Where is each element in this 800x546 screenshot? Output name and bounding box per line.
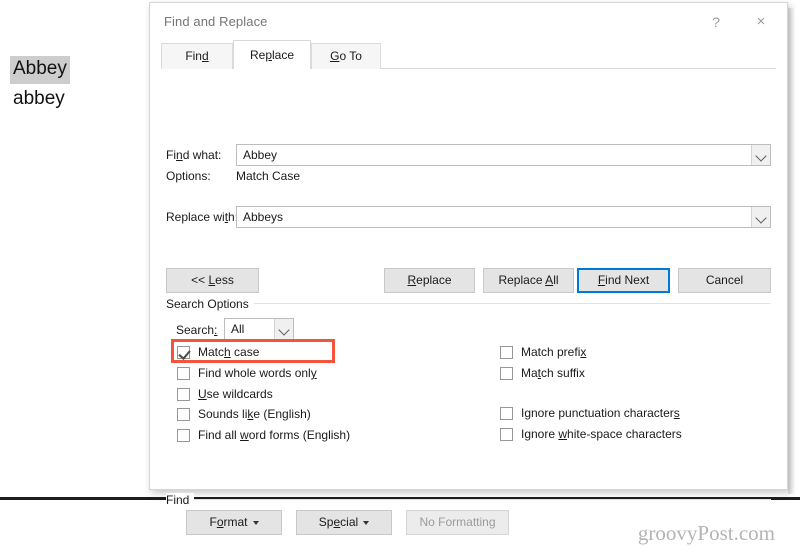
less-button[interactable]: << Less bbox=[166, 268, 259, 293]
dialog-title: Find and Replace bbox=[164, 14, 268, 29]
checkbox-box bbox=[500, 428, 513, 441]
find-what-value: Abbey bbox=[243, 148, 278, 162]
find-what-label: Find what: bbox=[166, 148, 222, 162]
no-formatting-button: No Formatting bbox=[406, 510, 509, 535]
search-scope-chevron-down-icon[interactable] bbox=[274, 319, 293, 339]
checkbox-label: Match case bbox=[198, 345, 260, 359]
options-value: Match Case bbox=[236, 169, 301, 183]
search-scope-label: Search: bbox=[176, 323, 218, 337]
replace-all-button[interactable]: Replace All bbox=[483, 268, 574, 293]
replace-button[interactable]: Replace bbox=[384, 268, 475, 293]
cancel-button[interactable]: Cancel bbox=[678, 268, 771, 293]
checkbox-label: Ignore punctuation characters bbox=[521, 406, 680, 420]
checkbox-box bbox=[177, 408, 190, 421]
watermark: groovyPost.com bbox=[637, 521, 775, 545]
find-next-button[interactable]: Find Next bbox=[577, 268, 670, 293]
help-icon[interactable]: ? bbox=[702, 10, 730, 34]
checkbox-box bbox=[500, 407, 513, 420]
checkbox-box bbox=[177, 367, 190, 380]
checkbox-box bbox=[177, 429, 190, 442]
tab-strip: Find Replace Go To bbox=[150, 40, 787, 69]
replace-with-input[interactable]: Abbeys bbox=[236, 206, 771, 228]
special-button[interactable]: Special bbox=[296, 510, 392, 535]
replace-with-value: Abbeys bbox=[243, 210, 284, 224]
tab-find[interactable]: Find bbox=[161, 43, 233, 69]
find-what-chevron-down-icon[interactable] bbox=[751, 145, 770, 165]
tab-replace[interactable]: Replace bbox=[233, 40, 311, 69]
dialog-drop-shadow bbox=[788, 8, 795, 494]
checkbox-label: Find all word forms (English) bbox=[198, 428, 351, 442]
checkbox-box bbox=[177, 388, 190, 401]
checkbox-label: Match suffix bbox=[521, 366, 585, 380]
checkbox-label: Use wildcards bbox=[198, 387, 273, 401]
find-group-label: Find bbox=[166, 493, 195, 507]
options-label: Options: bbox=[166, 169, 211, 183]
checkbox-box bbox=[500, 346, 513, 359]
dialog-titlebar: Find and Replace ? × bbox=[150, 3, 787, 40]
checkbox-box-checked bbox=[177, 346, 191, 360]
search-options-divider bbox=[166, 303, 771, 304]
search-options-group-label: Search Options bbox=[166, 297, 254, 311]
checkbox-label: Ignore white-space characters bbox=[521, 427, 682, 441]
find-and-replace-dialog: Find and Replace ? × Find Replace Go To … bbox=[149, 2, 788, 545]
format-button[interactable]: Format bbox=[186, 510, 282, 535]
search-scope-value: All bbox=[231, 322, 245, 336]
checkbox-label: Find whole words only bbox=[198, 366, 317, 380]
checkbox-label: Sounds like (English) bbox=[198, 407, 311, 421]
search-scope-select[interactable]: All bbox=[224, 318, 294, 340]
close-icon[interactable]: × bbox=[747, 10, 775, 34]
dialog-body: Find what: Abbey Options: Match Case Rep… bbox=[150, 69, 787, 545]
document-selected-word: Abbey bbox=[10, 56, 70, 84]
checkbox-box bbox=[500, 367, 513, 380]
replace-with-label: Replace with: bbox=[166, 210, 239, 224]
find-what-input[interactable]: Abbey bbox=[236, 144, 771, 166]
document-word: abbey bbox=[13, 88, 65, 109]
tab-go-to[interactable]: Go To bbox=[311, 43, 381, 69]
replace-with-chevron-down-icon[interactable] bbox=[751, 207, 770, 227]
checkbox-label: Match prefix bbox=[521, 345, 587, 359]
